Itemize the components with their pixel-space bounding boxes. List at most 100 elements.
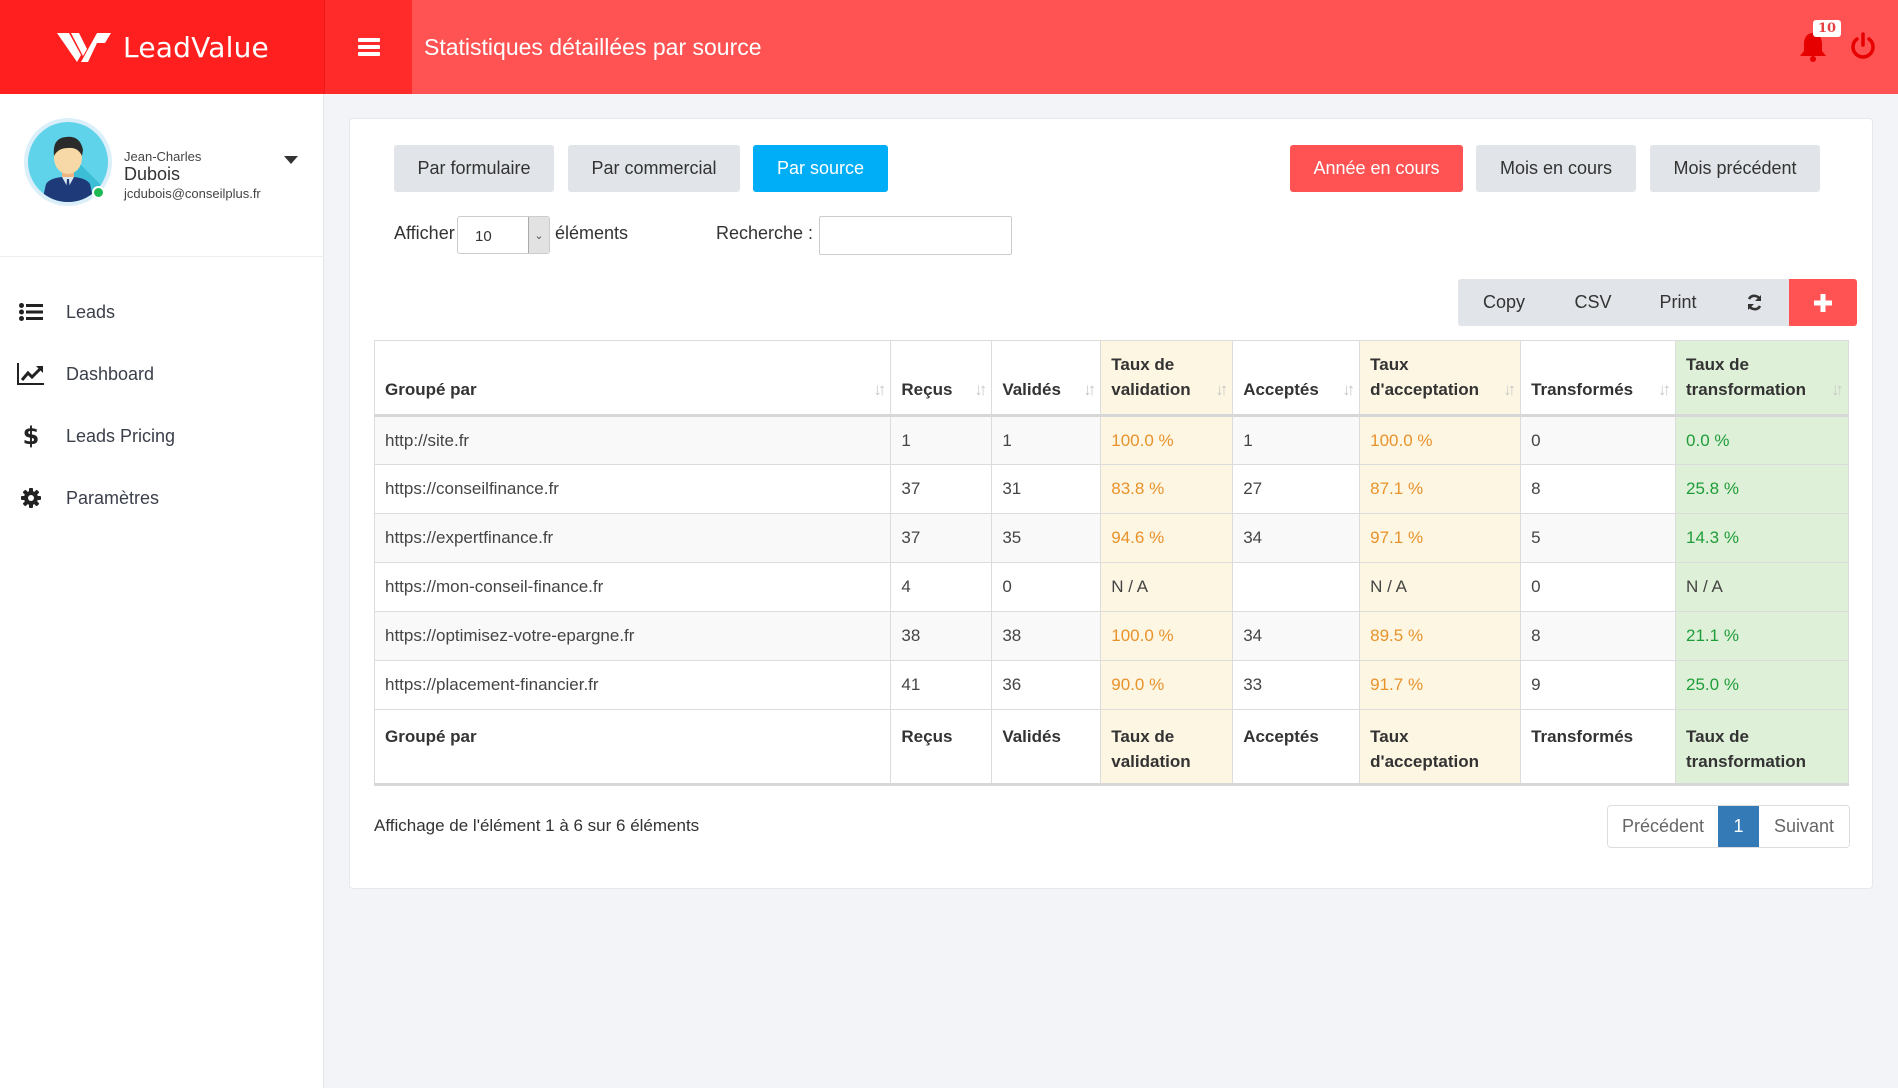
group-by-sales-button[interactable]: Par commercial [568, 145, 740, 192]
table-row: https://expertfinance.fr 37 35 94.6 % 34 97.1… [373, 513, 1849, 563]
page-length-value: 10 [475, 228, 492, 245]
cell-received: 4 [890, 562, 993, 612]
column-footer-label: Taux [1370, 727, 1409, 746]
plus-icon [1814, 293, 1832, 312]
sort-icon[interactable]: ↓↑ [1503, 377, 1516, 402]
cell-validation-rate: 100.0 % [1100, 611, 1234, 661]
column-header-label: Transformés [1531, 380, 1634, 399]
column-header-transformed[interactable]: Transformés ↓↑ [1520, 340, 1677, 417]
column-header-validated[interactable]: Validés ↓↑ [991, 340, 1102, 417]
period-previous-month-button[interactable]: Mois précédent [1650, 145, 1820, 192]
cell-validation-rate: N / A [1100, 562, 1234, 612]
column-footer-label: Transformés [1531, 727, 1634, 746]
table-row: http://site.fr 1 1 100.0 % 1 100.0 % 0 0.0 % [373, 415, 1849, 465]
column-header-label: Taux de [1111, 355, 1175, 374]
dollar-icon: $ [22, 422, 40, 450]
page-length-select[interactable]: 10 ⌄ [457, 216, 550, 254]
sort-icon[interactable]: ↓↑ [1658, 377, 1671, 402]
sort-icon[interactable]: ↓↑ [1083, 377, 1096, 402]
sort-icon[interactable]: ↓↑ [974, 377, 987, 402]
column-header-accepted[interactable]: Acceptés ↓↑ [1232, 340, 1361, 417]
table-row: https://conseilfinance.fr 37 31 83.8 % 27 87.… [373, 464, 1849, 514]
cell-group-by: https://optimisez-votre-epargne.fr [373, 611, 892, 661]
print-button[interactable]: Print [1636, 279, 1720, 326]
pagination: Précédent 1 Suivant [1607, 805, 1850, 848]
column-header-label: Groupé par [385, 380, 477, 399]
column-header-label: Acceptés [1243, 380, 1319, 399]
sort-icon[interactable]: ↓↑ [1215, 377, 1228, 402]
sidebar-item-dashboard[interactable]: Dashboard [0, 343, 323, 405]
column-header-label: validation [1111, 380, 1191, 399]
refresh-button[interactable] [1720, 279, 1789, 326]
column-footer-transformation-rate: Taux de transformation [1675, 709, 1849, 786]
hamburger-icon [357, 35, 380, 59]
elements-label: éléments [555, 223, 629, 243]
brand-logo[interactable]: LeadValue [0, 0, 324, 94]
search-input[interactable] [819, 216, 1012, 255]
sidebar: Jean-Charles Dubois jcdubois@conseilplus… [0, 94, 324, 1088]
column-footer-label: d'acceptation [1370, 752, 1480, 771]
csv-button[interactable]: CSV [1550, 279, 1636, 326]
cell-acceptance-rate: 87.1 % [1359, 464, 1522, 514]
sidebar-item-parametres[interactable]: Paramètres [0, 467, 323, 529]
copy-button[interactable]: Copy [1458, 279, 1550, 326]
power-icon[interactable] [1850, 32, 1876, 60]
cell-transformation-rate: 14.3 % [1675, 513, 1849, 563]
chevron-down-icon: ⌄ [528, 217, 549, 253]
column-header-label: transformation [1686, 380, 1806, 399]
table-footer-row: Groupé par Reçus Validés Taux de validation A… [373, 709, 1849, 786]
cell-acceptance-rate: N / A [1359, 562, 1522, 612]
show-label: Afficher [394, 223, 455, 243]
cell-validated: 36 [991, 660, 1102, 710]
pagination-next[interactable]: Suivant [1759, 806, 1849, 847]
column-header-validation-rate[interactable]: Taux de validation ↓↑ [1100, 340, 1234, 417]
pagination-page-1[interactable]: 1 [1718, 806, 1759, 847]
cell-group-by: http://site.fr [373, 415, 892, 465]
leadvalue-logo-icon [57, 33, 112, 62]
list-icon [16, 303, 46, 321]
column-header-acceptance-rate[interactable]: Taux d'acceptation ↓↑ [1359, 340, 1522, 417]
cell-acceptance-rate: 91.7 % [1359, 660, 1522, 710]
cell-transformed: 0 [1520, 562, 1677, 612]
cell-group-by: https://placement-financier.fr [373, 660, 892, 710]
cell-validated: 1 [991, 415, 1102, 465]
page-title: Statistiques détaillées par source [424, 34, 762, 60]
profile-dropdown-caret-icon[interactable] [284, 156, 298, 164]
add-button[interactable] [1789, 279, 1857, 326]
group-by-source-button[interactable]: Par source [753, 145, 888, 192]
sort-icon[interactable]: ↓↑ [1831, 377, 1844, 402]
table-info: Affichage de l'élément 1 à 6 sur 6 éléme… [374, 816, 700, 835]
menu-toggle-button[interactable] [324, 0, 412, 94]
sidebar-item-leads[interactable]: Leads [0, 281, 323, 343]
cell-accepted: 1 [1232, 415, 1361, 465]
pagination-previous[interactable]: Précédent [1608, 806, 1718, 847]
column-header-label: Reçus [901, 380, 953, 399]
column-footer-label: Validés [1002, 727, 1061, 746]
column-footer-label: Reçus [901, 727, 953, 746]
column-header-received[interactable]: Reçus ↓↑ [890, 340, 993, 417]
cell-validation-rate: 83.8 % [1100, 464, 1234, 514]
column-header-transformation-rate[interactable]: Taux de transformation ↓↑ [1675, 340, 1849, 417]
column-footer-label: Taux de [1111, 727, 1175, 746]
sort-icon[interactable]: ↓↑ [1342, 377, 1355, 402]
sidebar-item-leads-pricing[interactable]: $ Leads Pricing [0, 405, 323, 467]
sort-icon[interactable]: ↓↑ [873, 377, 886, 402]
cell-transformation-rate: 25.8 % [1675, 464, 1849, 514]
stats-panel: Par formulaire Par commercial Par source… [349, 118, 1873, 889]
cell-group-by: https://mon-conseil-finance.fr [373, 562, 892, 612]
column-header-group-by[interactable]: Groupé par ↓↑ [373, 340, 892, 417]
period-current-year-button[interactable]: Année en cours [1290, 145, 1463, 192]
group-by-form-button[interactable]: Par formulaire [394, 145, 554, 192]
column-footer-accepted: Acceptés [1232, 709, 1361, 786]
column-footer-label: Taux de [1686, 727, 1749, 746]
search-label: Recherche : [716, 223, 814, 243]
notification-badge: 10 [1813, 20, 1842, 37]
period-current-month-button[interactable]: Mois en cours [1476, 145, 1636, 192]
cell-accepted [1232, 562, 1361, 612]
column-footer-validation-rate: Taux de validation [1100, 709, 1234, 786]
cell-accepted: 27 [1232, 464, 1361, 514]
cell-received: 37 [890, 513, 993, 563]
cell-transformation-rate: 21.1 % [1675, 611, 1849, 661]
cell-acceptance-rate: 97.1 % [1359, 513, 1522, 563]
table-row: https://mon-conseil-finance.fr 4 0 N / AN /… [373, 562, 1849, 612]
